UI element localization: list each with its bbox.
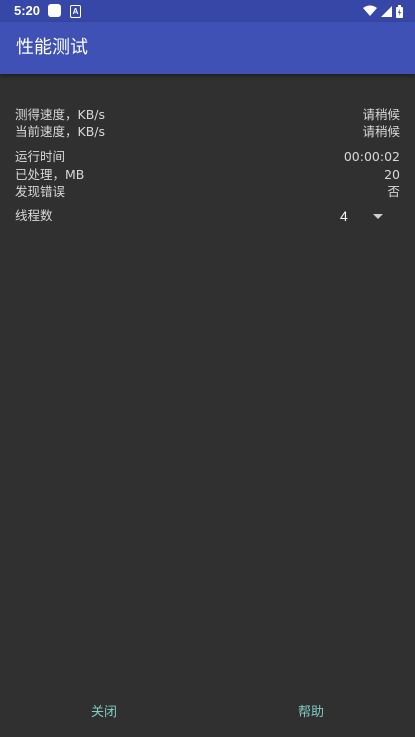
run-time-row: 运行时间 00:00:02 [15, 148, 400, 166]
error-label: 发现错误 [15, 184, 66, 199]
processed-value: 20 [384, 167, 400, 182]
notification-icon [48, 4, 61, 17]
battery-icon [396, 4, 403, 18]
status-bar: 5:20 A [0, 0, 415, 22]
thread-count-label: 线程数 [15, 208, 53, 223]
error-value: 否 [387, 184, 400, 199]
thread-count-value: 4 [340, 208, 348, 224]
app-bar: 性能测试 [0, 22, 415, 74]
measured-speed-row: 测得速度，KB/s 请稍候 [15, 106, 400, 124]
current-speed-label: 当前速度，KB/s [15, 124, 105, 139]
thread-count-spinner[interactable]: 4 [332, 203, 400, 229]
measured-speed-label: 测得速度，KB/s [15, 107, 105, 122]
status-time: 5:20 [14, 3, 41, 18]
run-time-label: 运行时间 [15, 149, 66, 164]
run-time-value: 00:00:02 [343, 149, 400, 164]
processed-label: 已处理，MB [15, 167, 85, 182]
signal-icon [381, 5, 392, 17]
current-speed-row: 当前速度，KB/s 请稍候 [15, 123, 400, 141]
processed-row: 已处理，MB 20 [15, 166, 400, 184]
page-title: 性能测试 [16, 37, 88, 58]
close-button[interactable]: 关闭 [79, 696, 129, 730]
current-speed-value: 请稍候 [362, 124, 400, 139]
help-button[interactable]: 帮助 [286, 696, 336, 730]
measured-speed-value: 请稍候 [362, 107, 400, 122]
status-icons [363, 3, 403, 19]
keyboard-notification-icon: A [70, 5, 81, 18]
dropdown-arrow-icon [373, 214, 383, 219]
wifi-icon [363, 5, 377, 16]
error-row: 发现错误 否 [15, 183, 400, 201]
